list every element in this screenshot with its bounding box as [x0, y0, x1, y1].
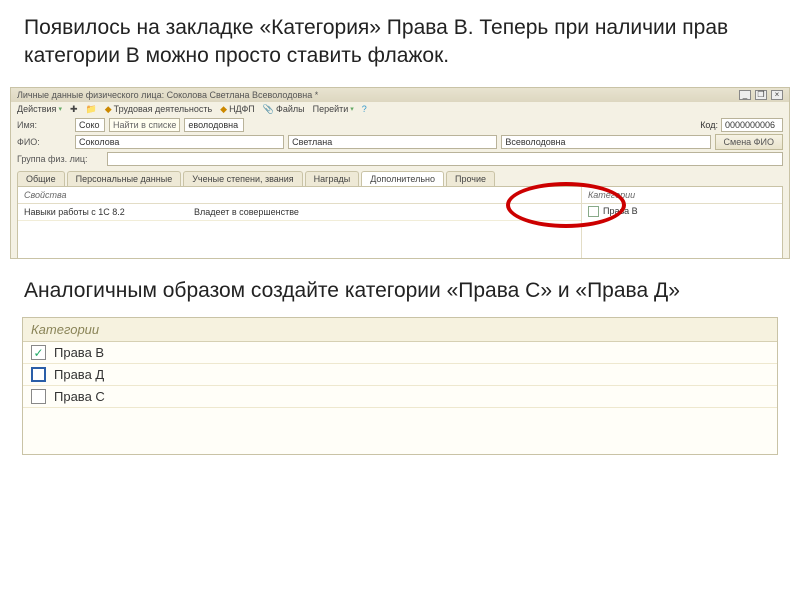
toolbar-actions-label: Действия — [17, 104, 56, 114]
fio-label: ФИО: — [17, 137, 71, 147]
app-window-screenshot: Личные данные физического лица: Соколова… — [10, 87, 790, 259]
form-row-fio: ФИО: Соколова Светлана Всеволодовна Смен… — [11, 133, 789, 151]
properties-header: Свойства — [18, 187, 581, 204]
window-close-icon[interactable]: × — [771, 90, 783, 100]
property-row[interactable]: Навыки работы с 1С 8.2 Владеет в соверше… — [18, 204, 581, 221]
fio-first-input[interactable]: Светлана — [288, 135, 497, 149]
toolbar-folder-icon[interactable]: 📁 — [86, 104, 97, 115]
property-key: Навыки работы с 1С 8.2 — [18, 204, 188, 220]
chevron-down-icon: ▾ — [58, 105, 62, 113]
toolbar-help-icon[interactable]: ? — [362, 104, 367, 114]
toolbar-trud-label: Трудовая деятельность — [114, 104, 213, 114]
heading-text-1: Появилось на закладке «Категория» Права … — [0, 0, 800, 81]
categories-panel-large: Категории ✓ Права В Права Д Права С — [22, 317, 778, 455]
toolbar-new-icon[interactable]: ✚ — [70, 104, 78, 115]
group-label: Группа физ. лиц: — [17, 154, 103, 164]
categories-header-small: Категории — [582, 187, 782, 204]
tab-body: Свойства Навыки работы с 1С 8.2 Владеет … — [17, 186, 783, 259]
fio-last-input[interactable]: Соколова — [75, 135, 284, 149]
heading-text-2: Аналогичным образом создайте категории «… — [0, 259, 800, 315]
category-row[interactable]: Права С — [23, 386, 777, 408]
imya-input-2[interactable]: еволодовна — [184, 118, 244, 132]
checkbox-icon[interactable] — [31, 389, 46, 404]
form-row-imya: Имя: Соко Найти в списке еволодовна Код:… — [11, 117, 789, 133]
chevron-down-icon: ▾ — [350, 105, 354, 113]
toolbar-ndfp-label: НДФП — [229, 104, 255, 114]
toolbar-files-label: Файлы — [276, 104, 305, 114]
toolbar-trud[interactable]: ◆ Трудовая деятельность — [105, 104, 212, 115]
toolbar-goto[interactable]: Перейти ▾ — [313, 104, 354, 114]
window-minimize-icon[interactable]: _ — [739, 90, 751, 100]
tab-additional[interactable]: Дополнительно — [361, 171, 444, 186]
tab-degrees[interactable]: Ученые степени, звания — [183, 171, 302, 186]
toolbar-actions[interactable]: Действия ▾ — [17, 104, 62, 114]
toolbar-ndfp[interactable]: ◆ НДФП — [220, 104, 255, 115]
category-label-small: Права В — [603, 206, 638, 216]
code-label: Код: — [700, 120, 718, 130]
tab-personal[interactable]: Персональные данные — [67, 171, 182, 186]
window-restore-icon[interactable]: ❐ — [755, 90, 767, 100]
checkbox-checked-icon[interactable]: ✓ — [31, 345, 46, 360]
toolbar-goto-label: Перейти — [313, 104, 349, 114]
category-label: Права В — [54, 345, 104, 360]
categories-panel-small: Категории Права В — [582, 187, 782, 259]
properties-panel: Свойства Навыки работы с 1С 8.2 Владеет … — [18, 187, 582, 259]
checkbox-selected-icon[interactable] — [31, 367, 46, 382]
category-row[interactable]: ✓ Права В — [23, 342, 777, 364]
imya-label: Имя: — [17, 120, 71, 130]
tab-other[interactable]: Прочие — [446, 171, 495, 186]
category-label: Права Д — [54, 367, 104, 382]
toolbar-files[interactable]: 📎 Файлы — [263, 104, 305, 115]
category-row[interactable]: Права Д — [23, 364, 777, 386]
smena-fio-button[interactable]: Смена ФИО — [715, 134, 783, 150]
tabbar: Общие Персональные данные Ученые степени… — [17, 171, 783, 186]
shield-icon: ◆ — [105, 104, 112, 115]
property-value: Владеет в совершенстве — [188, 204, 581, 220]
fio-patronymic-input[interactable]: Всеволодовна — [501, 135, 710, 149]
group-input[interactable] — [107, 152, 783, 166]
form-row-group: Группа физ. лиц: — [11, 151, 789, 167]
shield-icon: ◆ — [220, 104, 227, 115]
category-label: Права С — [54, 389, 105, 404]
find-in-list-button[interactable]: Найти в списке — [109, 118, 180, 132]
tab-general[interactable]: Общие — [17, 171, 65, 186]
window-titlebar: Личные данные физического лица: Соколова… — [11, 88, 789, 102]
category-row-small[interactable]: Права В — [582, 204, 782, 219]
paperclip-icon: 📎 — [263, 104, 274, 115]
checkbox-icon[interactable] — [588, 206, 599, 217]
tab-awards[interactable]: Награды — [305, 171, 360, 186]
categories-header-large: Категории — [23, 318, 777, 342]
window-toolbar: Действия ▾ ✚ 📁 ◆ Трудовая деятельность ◆… — [11, 102, 789, 117]
imya-input-1[interactable]: Соко — [75, 118, 105, 132]
window-title: Личные данные физического лица: Соколова… — [17, 90, 318, 100]
code-input[interactable]: 0000000006 — [721, 118, 783, 132]
